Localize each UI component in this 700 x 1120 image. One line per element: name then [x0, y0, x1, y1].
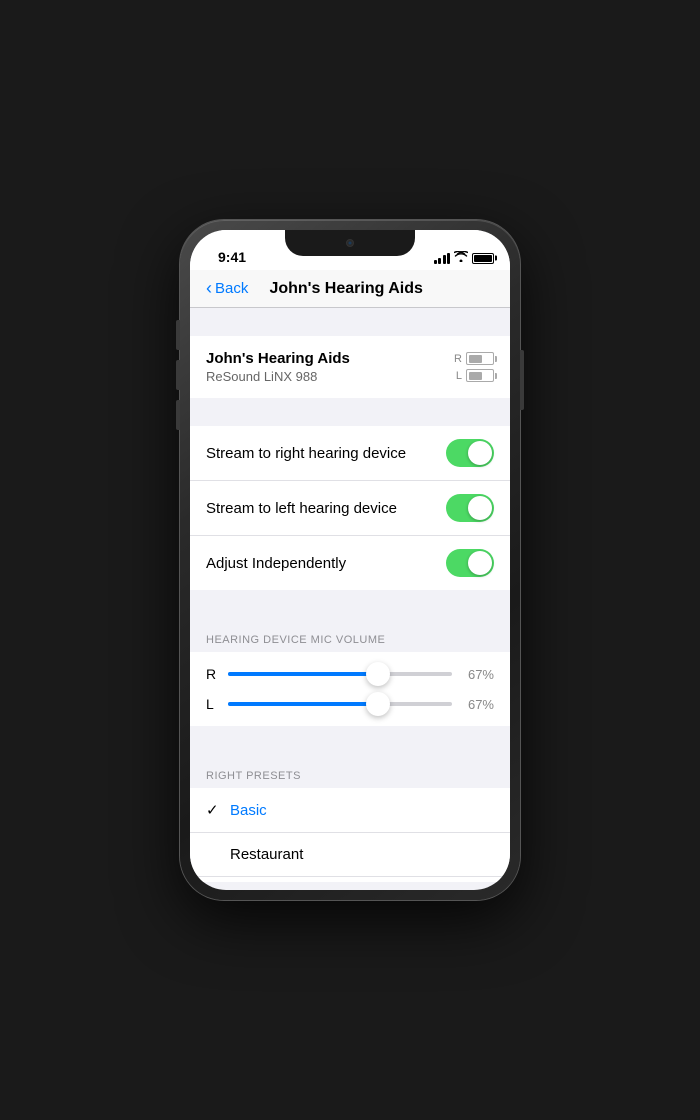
device-name: John's Hearing Aids	[206, 350, 350, 367]
sliders-card: R 67% L	[190, 652, 510, 726]
preset-row-basic[interactable]: ✓ Basic	[190, 788, 510, 833]
slider-value-l: 67%	[462, 697, 494, 712]
preset-row-outdoor[interactable]: Outdoor	[190, 877, 510, 882]
toggle-label-right: Stream to right hearing device	[206, 445, 406, 462]
back-label: Back	[215, 280, 248, 297]
nav-title: John's Hearing Aids	[248, 280, 444, 298]
presets-header: RIGHT PRESETS	[190, 754, 510, 788]
slider-l[interactable]	[228, 702, 452, 706]
checkmark-icon: ✓	[206, 801, 226, 819]
toggle-row-right: Stream to right hearing device	[190, 426, 510, 481]
device-details: John's Hearing Aids ReSound LiNX 988	[206, 350, 350, 384]
battery-label-l: L	[456, 370, 462, 382]
slider-track-r	[228, 672, 452, 676]
toggle-right[interactable]	[446, 439, 494, 467]
slider-fill-l	[228, 702, 378, 706]
battery-l	[466, 369, 494, 382]
mic-volume-header: HEARING DEVICE MIC VOLUME	[190, 618, 510, 652]
phone-frame: 9:41	[180, 220, 520, 900]
battery-row-r: R	[454, 352, 494, 365]
toggle-thumb-right	[468, 441, 492, 465]
slider-thumb-r[interactable]	[366, 662, 390, 686]
slider-value-r: 67%	[462, 667, 494, 682]
toggle-thumb-left	[468, 496, 492, 520]
nav-bar: ‹ Back John's Hearing Aids	[190, 270, 510, 308]
camera	[346, 239, 354, 247]
signal-icon	[434, 253, 451, 264]
toggle-row-left: Stream to left hearing device	[190, 481, 510, 536]
back-button[interactable]: ‹ Back	[206, 278, 248, 299]
status-icons	[434, 251, 495, 265]
toggle-label-adjust: Adjust Independently	[206, 555, 346, 572]
battery-indicators: R L	[454, 352, 494, 382]
notch	[285, 230, 415, 256]
slider-thumb-l[interactable]	[366, 692, 390, 716]
slider-channel-r: R	[206, 666, 218, 682]
battery-row-l: L	[456, 369, 494, 382]
wifi-icon	[454, 251, 468, 265]
presets-card: ✓ Basic Restaurant Outdoor Party	[190, 788, 510, 882]
battery-label-r: R	[454, 353, 462, 365]
preset-label-restaurant: Restaurant	[230, 846, 303, 863]
battery-r	[466, 352, 494, 365]
preset-row-restaurant[interactable]: Restaurant	[190, 833, 510, 877]
battery-icon	[472, 253, 494, 264]
toggle-adjust[interactable]	[446, 549, 494, 577]
slider-row-r: R 67%	[206, 666, 494, 682]
device-model: ReSound LiNX 988	[206, 369, 350, 384]
toggle-thumb-adjust	[468, 551, 492, 575]
slider-channel-l: L	[206, 696, 218, 712]
preset-label-basic: Basic	[230, 802, 267, 819]
device-info-card: John's Hearing Aids ReSound LiNX 988 R L	[190, 336, 510, 398]
slider-row-l: L 67%	[206, 696, 494, 712]
phone-screen: 9:41	[190, 230, 510, 890]
slider-r[interactable]	[228, 672, 452, 676]
toggles-card: Stream to right hearing device Stream to…	[190, 426, 510, 590]
toggle-left[interactable]	[446, 494, 494, 522]
content-area: John's Hearing Aids ReSound LiNX 988 R L	[190, 308, 510, 882]
status-time: 9:41	[206, 249, 246, 265]
chevron-left-icon: ‹	[206, 278, 212, 299]
slider-fill-r	[228, 672, 378, 676]
slider-track-l	[228, 702, 452, 706]
toggle-label-left: Stream to left hearing device	[206, 500, 397, 517]
toggle-row-adjust: Adjust Independently	[190, 536, 510, 590]
